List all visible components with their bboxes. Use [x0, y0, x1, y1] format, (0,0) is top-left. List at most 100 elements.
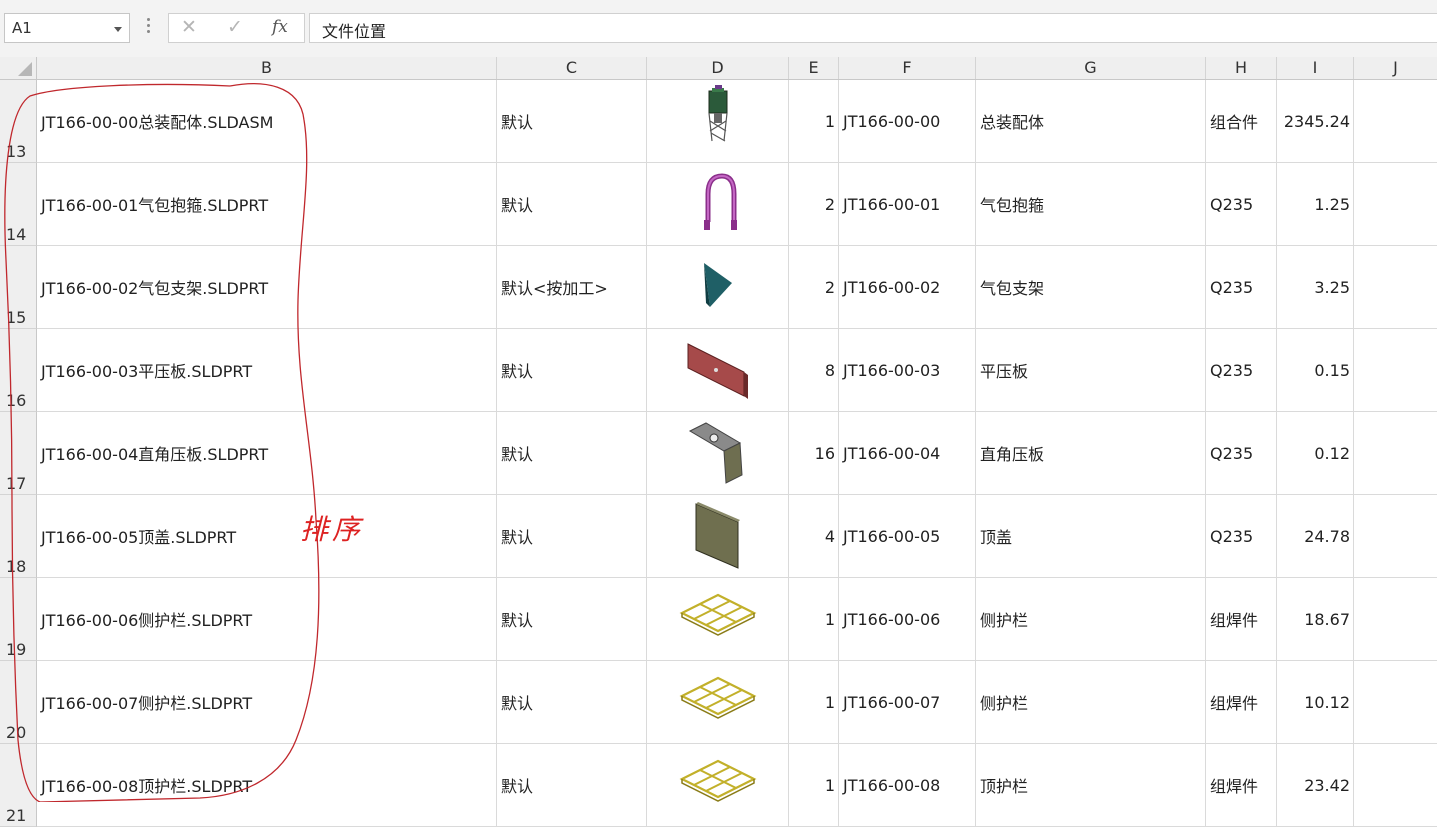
cell-thumbnail[interactable] [647, 744, 789, 827]
formula-input[interactable]: 文件位置 [309, 13, 1437, 43]
cell-configuration[interactable]: 默认 [497, 80, 647, 163]
cell-weight[interactable]: 0.12 [1277, 412, 1354, 495]
cell-quantity[interactable]: 16 [789, 412, 839, 495]
select-all-button[interactable] [0, 57, 37, 79]
cell-configuration[interactable]: 默认 [497, 163, 647, 246]
hoop-thumbnail[interactable] [673, 166, 763, 242]
row-header[interactable]: 15 [0, 246, 37, 329]
cell-configuration[interactable]: 默认 [497, 412, 647, 495]
cell-thumbnail[interactable] [647, 495, 789, 578]
column-header-c[interactable]: C [497, 57, 647, 79]
cell-material[interactable]: Q235 [1206, 495, 1277, 578]
cell-empty[interactable] [1354, 578, 1437, 661]
side-rail-thumbnail[interactable] [673, 664, 763, 740]
column-header-h[interactable]: H [1206, 57, 1277, 79]
row-header[interactable]: 19 [0, 578, 37, 661]
top-cover-thumbnail[interactable] [673, 498, 763, 574]
cell-empty[interactable] [1354, 495, 1437, 578]
cell-part-name[interactable]: 顶护栏 [976, 744, 1206, 827]
cell-part-code[interactable]: JT166-00-05 [839, 495, 976, 578]
cell-thumbnail[interactable] [647, 163, 789, 246]
column-header-i[interactable]: I [1277, 57, 1354, 79]
cell-part-code[interactable]: JT166-00-06 [839, 578, 976, 661]
insert-function-icon[interactable]: fx [272, 17, 288, 37]
cell-quantity[interactable]: 1 [789, 578, 839, 661]
cell-thumbnail[interactable] [647, 661, 789, 744]
row-header[interactable]: 20 [0, 661, 37, 744]
cell-weight[interactable]: 23.42 [1277, 744, 1354, 827]
row-header[interactable]: 14 [0, 163, 37, 246]
cell-part-name[interactable]: 侧护栏 [976, 578, 1206, 661]
more-options-icon[interactable] [147, 18, 151, 34]
cell-file-location[interactable]: JT166-00-07侧护栏.SLDPRT [37, 661, 497, 744]
cell-material[interactable]: Q235 [1206, 163, 1277, 246]
cell-thumbnail[interactable] [647, 329, 789, 412]
cell-part-name[interactable]: 侧护栏 [976, 661, 1206, 744]
cell-configuration[interactable]: 默认 [497, 495, 647, 578]
cell-empty[interactable] [1354, 246, 1437, 329]
cell-empty[interactable] [1354, 744, 1437, 827]
flat-plate-thumbnail[interactable] [673, 332, 763, 408]
cell-part-code[interactable]: JT166-00-02 [839, 246, 976, 329]
cell-file-location[interactable]: JT166-00-04直角压板.SLDPRT [37, 412, 497, 495]
column-header-g[interactable]: G [976, 57, 1206, 79]
cell-file-location[interactable]: JT166-00-05顶盖.SLDPRT [37, 495, 497, 578]
cell-weight[interactable]: 0.15 [1277, 329, 1354, 412]
cell-weight[interactable]: 3.25 [1277, 246, 1354, 329]
cell-weight[interactable]: 18.67 [1277, 578, 1354, 661]
cell-empty[interactable] [1354, 80, 1437, 163]
cell-configuration[interactable]: 默认 [497, 661, 647, 744]
row-header[interactable]: 16 [0, 329, 37, 412]
cell-file-location[interactable]: JT166-00-08顶护栏.SLDPRT [37, 744, 497, 827]
cell-quantity[interactable]: 2 [789, 163, 839, 246]
angle-plate-thumbnail[interactable] [673, 415, 763, 491]
cell-material[interactable]: Q235 [1206, 329, 1277, 412]
row-header[interactable]: 21 [0, 744, 37, 827]
cell-file-location[interactable]: JT166-00-00总装配体.SLDASM [37, 80, 497, 163]
cell-weight[interactable]: 24.78 [1277, 495, 1354, 578]
row-header[interactable]: 18 [0, 495, 37, 578]
column-header-e[interactable]: E [789, 57, 839, 79]
cell-material[interactable]: Q235 [1206, 246, 1277, 329]
side-rail-thumbnail[interactable] [673, 581, 763, 657]
cell-file-location[interactable]: JT166-00-06侧护栏.SLDPRT [37, 578, 497, 661]
cell-weight[interactable]: 2345.24 [1277, 80, 1354, 163]
cell-quantity[interactable]: 1 [789, 80, 839, 163]
cell-part-code[interactable]: JT166-00-08 [839, 744, 976, 827]
cell-part-code[interactable]: JT166-00-00 [839, 80, 976, 163]
cell-quantity[interactable]: 1 [789, 744, 839, 827]
cell-quantity[interactable]: 4 [789, 495, 839, 578]
cell-configuration[interactable]: 默认 [497, 329, 647, 412]
cell-quantity[interactable]: 2 [789, 246, 839, 329]
cell-thumbnail[interactable] [647, 80, 789, 163]
enter-icon[interactable]: ✓ [227, 16, 243, 38]
cell-weight[interactable]: 1.25 [1277, 163, 1354, 246]
cell-part-code[interactable]: JT166-00-01 [839, 163, 976, 246]
cell-thumbnail[interactable] [647, 412, 789, 495]
cell-weight[interactable]: 10.12 [1277, 661, 1354, 744]
cell-part-code[interactable]: JT166-00-07 [839, 661, 976, 744]
cell-file-location[interactable]: JT166-00-01气包抱箍.SLDPRT [37, 163, 497, 246]
cell-material[interactable]: 组焊件 [1206, 744, 1277, 827]
cell-empty[interactable] [1354, 163, 1437, 246]
cancel-icon[interactable]: ✕ [181, 16, 197, 38]
cell-file-location[interactable]: JT166-00-03平压板.SLDPRT [37, 329, 497, 412]
cell-part-name[interactable]: 气包抱箍 [976, 163, 1206, 246]
cell-quantity[interactable]: 1 [789, 661, 839, 744]
cell-empty[interactable] [1354, 412, 1437, 495]
column-header-f[interactable]: F [839, 57, 976, 79]
column-header-b[interactable]: B [37, 57, 497, 79]
bracket-thumbnail[interactable] [673, 249, 763, 325]
cell-part-name[interactable]: 平压板 [976, 329, 1206, 412]
cell-material[interactable]: Q235 [1206, 412, 1277, 495]
top-rail-thumbnail[interactable] [673, 747, 763, 823]
cell-thumbnail[interactable] [647, 578, 789, 661]
cell-thumbnail[interactable] [647, 246, 789, 329]
cell-quantity[interactable]: 8 [789, 329, 839, 412]
cell-empty[interactable] [1354, 329, 1437, 412]
cell-material[interactable]: 组合件 [1206, 80, 1277, 163]
column-header-j[interactable]: J [1354, 57, 1437, 79]
row-header[interactable]: 17 [0, 412, 37, 495]
cell-file-location[interactable]: JT166-00-02气包支架.SLDPRT [37, 246, 497, 329]
cell-empty[interactable] [1354, 661, 1437, 744]
